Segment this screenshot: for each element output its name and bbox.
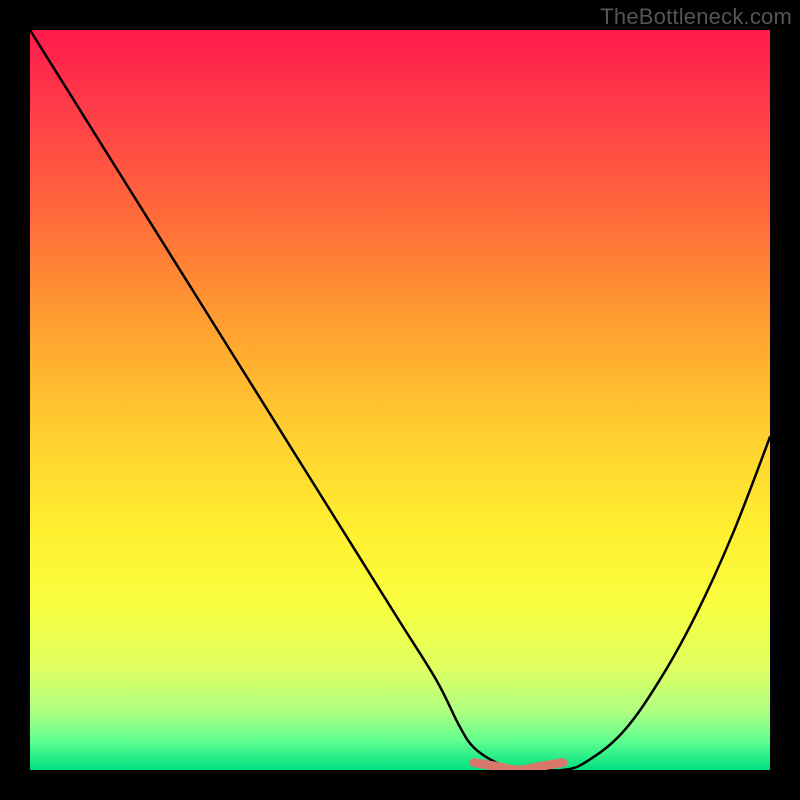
watermark-text: TheBottleneck.com: [600, 4, 792, 30]
plot-area: [30, 30, 770, 770]
curve-layer: [30, 30, 770, 770]
flat-minimum-highlight: [474, 763, 563, 770]
bottleneck-curve: [30, 30, 770, 770]
